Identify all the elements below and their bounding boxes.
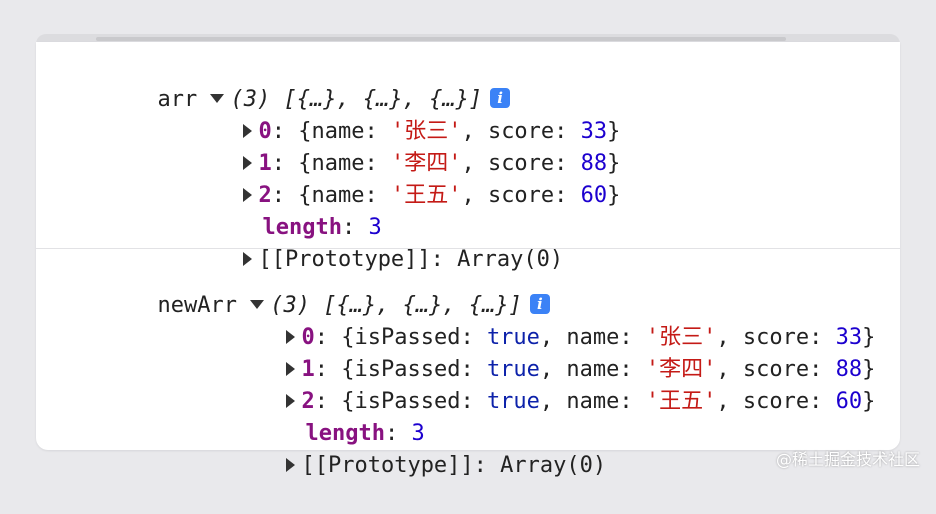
array-item-row[interactable]: 1: {isPassed: true, name: '李四', score: 8… [207, 322, 875, 382]
item-score: 60 [580, 183, 608, 208]
item-mid1: , name: [539, 389, 646, 414]
item-close: } [862, 389, 876, 414]
item-mid2: , score: [716, 389, 836, 414]
array-item-row[interactable]: 2: {name: '王五', score: 60} [164, 148, 620, 208]
console-entry-arr: arr (3) [{…}, {…}, {…}] i 0: {name: '张三',… [36, 42, 900, 272]
item-close: } [607, 183, 621, 208]
horizontal-scrollbar[interactable] [96, 37, 786, 41]
console-panel: arr (3) [{…}, {…}, {…}] i 0: {name: '张三',… [36, 42, 900, 478]
array-item-row[interactable]: 0: {name: '张三', score: 33} [164, 84, 620, 144]
item-name: '王五' [645, 389, 717, 414]
length-row: length: 3 [183, 180, 381, 240]
expand-right-icon[interactable] [286, 457, 296, 472]
array-item-row[interactable]: 0: {isPassed: true, name: '张三', score: 3… [207, 290, 875, 350]
array-item-row[interactable]: 2: {isPassed: true, name: '王五', score: 6… [207, 354, 875, 414]
arr-header-row[interactable]: arr (3) [{…}, {…}, {…}] i [78, 52, 511, 112]
array-item-row[interactable]: 1: {name: '李四', score: 88} [164, 116, 620, 176]
prototype-row[interactable]: [[Prototype]]: Array(0) [207, 418, 606, 478]
item-score: 60 [835, 389, 863, 414]
newarr-header-row[interactable]: newArr (3) [{…}, {…}, {…}] i [78, 258, 550, 318]
watermark: @稀土掘金技术社区 [775, 450, 920, 469]
length-row: length: 3 [226, 386, 424, 446]
prototype-text: [[Prototype]]: Array(0) [301, 453, 607, 478]
console-entry-newarr: newArr (3) [{…}, {…}, {…}] i 0: {isPassed… [36, 248, 900, 478]
item-passed: true [486, 389, 540, 414]
prototype-row[interactable]: [[Prototype]]: Array(0) [164, 212, 563, 272]
item-name: '王五' [390, 183, 462, 208]
item-mid: , score: [461, 183, 581, 208]
